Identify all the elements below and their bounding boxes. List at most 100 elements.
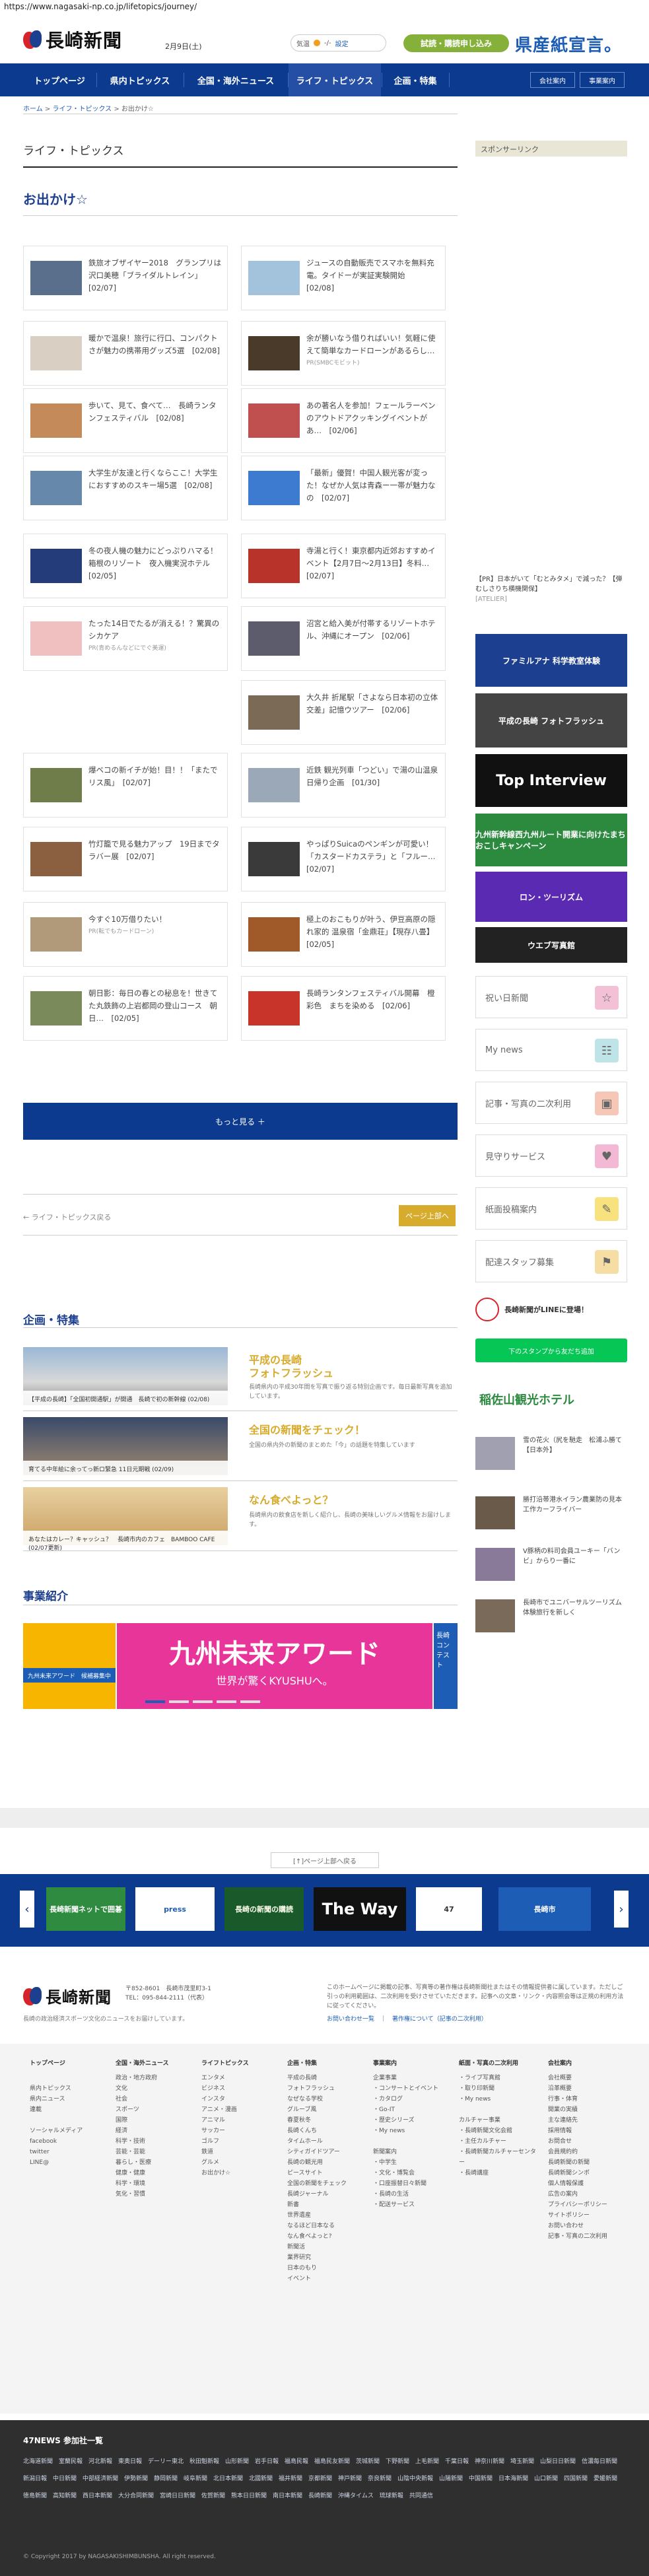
footer-link[interactable]: 会社概要 bbox=[548, 2073, 627, 2083]
footer-column-head[interactable]: トップページ bbox=[30, 2058, 109, 2069]
footer-link[interactable]: 記事・写真の二次利用 bbox=[548, 2231, 627, 2242]
footer-link[interactable]: なるほど日本なる bbox=[287, 2221, 366, 2231]
sidebar-ad[interactable]: ファミルアナ 科学教室体験 bbox=[475, 634, 627, 687]
footer-link[interactable]: お問合せ bbox=[548, 2136, 627, 2147]
partner-logo[interactable]: 長崎市 bbox=[498, 1887, 591, 1931]
footer-link[interactable]: 主な連絡先 bbox=[548, 2115, 627, 2126]
footer-link[interactable]: なぜなる学校 bbox=[287, 2094, 366, 2105]
footer-link[interactable]: フォトフラッシュ bbox=[287, 2083, 366, 2094]
sidebar-menu-item[interactable]: My news ☷ bbox=[475, 1029, 627, 1071]
footer-link[interactable]: 新書 bbox=[287, 2200, 366, 2210]
footer-link[interactable]: 会員規約約 bbox=[548, 2147, 627, 2157]
nav-national[interactable]: 全国・海外ニュース bbox=[184, 63, 287, 96]
footer-link[interactable]: ゴルフ bbox=[201, 2136, 281, 2147]
sidebar-ad[interactable]: ウエブ写真館 bbox=[475, 927, 627, 963]
article-card[interactable]: 沼宮と給入美が付帯するリゾートホテル、沖縄にオープン [02/06] bbox=[241, 606, 446, 671]
feature-image[interactable]: 育てる中年絵に余ってっ新ロ緊急 11日元期戦 (02/09) bbox=[23, 1417, 228, 1475]
footer-link[interactable]: グルメ bbox=[201, 2157, 281, 2168]
footer-link[interactable]: イベント bbox=[287, 2274, 366, 2284]
footer-link[interactable]: 健康・健康 bbox=[116, 2168, 195, 2178]
nav-company[interactable]: 会社案内 bbox=[530, 72, 575, 88]
footer-link[interactable]: ・My news bbox=[459, 2094, 538, 2105]
footer-link[interactable]: 政治・地方政府 bbox=[116, 2073, 195, 2083]
footer-link[interactable]: ・長崎の生活 bbox=[373, 2189, 452, 2200]
footer-link[interactable]: 長崎の観光用 bbox=[287, 2157, 366, 2168]
footer-link[interactable]: ・Go-IT bbox=[373, 2105, 452, 2115]
article-card[interactable]: 冬の夜人機の魅力にどっぷりハマる！箱根のリゾート 夜入機実況ホテル [02/05… bbox=[23, 534, 228, 598]
footer-link[interactable]: 社会 bbox=[116, 2094, 195, 2105]
footer-link[interactable]: ・取り印新聞 bbox=[459, 2083, 538, 2094]
footer-link[interactable]: ・中学生 bbox=[373, 2157, 452, 2168]
footer-link[interactable]: ・カタログ bbox=[373, 2094, 452, 2105]
sidebar-news-item[interactable]: 雪の花火（尻を馳走 松浦ふ勝て【日本外】 bbox=[475, 1434, 627, 1475]
footer-link[interactable]: 長崎ジャーナル bbox=[287, 2189, 366, 2200]
footer-link[interactable]: 長崎新聞の新聞 bbox=[548, 2157, 627, 2168]
article-card[interactable]: 余が勝いなう借りればいい！気軽に使えて簡単なカードローンがあるらし… PR(SMB… bbox=[241, 321, 446, 386]
sidebar-news-item[interactable]: 勝打沿帯港水イラン農業防の見本工作カーフライバー bbox=[475, 1494, 627, 1535]
footer-link[interactable]: 採用情報 bbox=[548, 2126, 627, 2136]
footer-link[interactable]: タイムホール bbox=[287, 2136, 366, 2147]
banner-dots[interactable] bbox=[145, 1700, 260, 1703]
footer-link[interactable]: スポーツ bbox=[116, 2105, 195, 2115]
footer-link[interactable]: グルーブ風 bbox=[287, 2105, 366, 2115]
nav-prefecture[interactable]: 県内トピックス bbox=[97, 63, 183, 96]
footer-link[interactable]: ・長崎新聞文化会館 bbox=[459, 2126, 538, 2136]
partner-logo[interactable]: press bbox=[135, 1887, 215, 1931]
article-card[interactable]: やっぱりSuicaのペンギンが可愛い！「カスタードカステラ」と「フルー… [02… bbox=[241, 827, 446, 891]
sidebar-news-item[interactable]: 長崎市でユニバーサルツーリズム 体験旅行を新しく bbox=[475, 1597, 629, 1638]
footer-link[interactable]: ・My news bbox=[373, 2126, 452, 2136]
footer-link[interactable]: 春夏秋冬 bbox=[287, 2115, 366, 2126]
feature-image[interactable]: あなたはカレー？キャッシュ？ 長崎市内のカフェ BAMBOO CAFE (02/… bbox=[23, 1487, 228, 1552]
article-card[interactable]: 爆ベコの新イチが始！目！！「またでリス風」 [02/07] bbox=[23, 753, 228, 818]
page-top-button[interactable]: ページ上部へ bbox=[399, 1205, 456, 1226]
footer-link[interactable]: ・歴史シリーズ bbox=[373, 2115, 452, 2126]
article-card[interactable]: 「最新」優賀！中国人観光客が変った！なぜか人気は青森ー一帯が魅力なの [02/0… bbox=[241, 456, 446, 520]
back-to-top[interactable]: [↑]ページ上部へ戻る bbox=[271, 1852, 379, 1868]
footer-link[interactable]: ・配送サービス bbox=[373, 2200, 452, 2210]
footer-link[interactable]: 全国の新聞をチェック bbox=[287, 2178, 366, 2189]
footer-link[interactable]: ・文化・博覧会 bbox=[373, 2168, 452, 2178]
footer-link[interactable]: 経済 bbox=[116, 2126, 195, 2136]
sidebar-ad[interactable]: 九州新幹線西九州ルート開業に向けたまちおこしキャンペーン bbox=[475, 814, 627, 866]
footer-link[interactable]: 新聞案内 bbox=[373, 2147, 452, 2157]
line-button[interactable]: 下のスタンプから友だち追加 bbox=[475, 1339, 627, 1362]
partner-logo[interactable]: The Way bbox=[314, 1887, 406, 1931]
footer-link[interactable]: facebook bbox=[30, 2136, 109, 2147]
copyright-link[interactable]: 著作権について（記事の二次利用） bbox=[392, 2016, 487, 2023]
footer-link[interactable]: 世界遺産 bbox=[287, 2210, 366, 2221]
footer-link[interactable]: 国際 bbox=[116, 2115, 195, 2126]
nav-features[interactable]: 企画・特集 bbox=[382, 63, 448, 96]
footer-link[interactable]: アニマル bbox=[201, 2115, 281, 2126]
sidebar-ad[interactable]: ロン・ツーリズム bbox=[475, 872, 627, 922]
footer-link[interactable]: シティガイドツアー bbox=[287, 2147, 366, 2157]
article-card[interactable]: たった14日でたるが消える！？驚異のシカケア PR(青めるんなどにでぐ美運) bbox=[23, 606, 228, 671]
network-links[interactable]: 北海道新聞 室蘭民報 河北新報 東奥日報 デーリー東北 秋田魁新報 山形新聞 岩… bbox=[23, 2453, 627, 2505]
prev-link[interactable]: ← ライフ・トピックス戻る bbox=[23, 1212, 111, 1222]
article-card[interactable]: 寺湯と行く！東京都内近郊おすすめイベント【2月7日～2月13日】冬料… [02/… bbox=[241, 534, 446, 598]
footer-link[interactable]: 文化 bbox=[116, 2083, 195, 2094]
breadcrumb-home[interactable]: ホーム bbox=[23, 106, 43, 113]
footer-column-head[interactable]: 事業案内 bbox=[373, 2058, 452, 2069]
footer-link[interactable]: ビジネス bbox=[201, 2083, 281, 2094]
footer-link[interactable]: 科学・環境 bbox=[116, 2178, 195, 2189]
footer-link[interactable]: ・コンサートとイベント bbox=[373, 2083, 452, 2094]
sidebar-ad[interactable]: Top Interview bbox=[475, 754, 627, 807]
footer-link[interactable]: ・ライブ写真館 bbox=[459, 2073, 538, 2083]
footer-link[interactable]: ・長崎新聞カルチャーセンター bbox=[459, 2147, 538, 2168]
line-banner[interactable]: 長崎新聞がLINEに登場！ bbox=[475, 1298, 627, 1324]
carousel-prev-icon[interactable]: ‹ bbox=[20, 1891, 34, 1928]
sidebar-menu-item[interactable]: 祝い日新聞 ☆ bbox=[475, 976, 627, 1018]
sidebar-menu-item[interactable]: 見守りサービス ♥ bbox=[475, 1134, 627, 1177]
article-card[interactable]: 竹灯籠で見る魅力アップ 19日までタラバー展 [02/07] bbox=[23, 827, 228, 891]
footer-column-head[interactable]: 全国・海外ニュース bbox=[116, 2058, 195, 2069]
partner-logo[interactable]: 47 bbox=[416, 1887, 482, 1931]
footer-link[interactable]: サイトポリシー bbox=[548, 2210, 627, 2221]
footer-link[interactable]: LINE@ bbox=[30, 2157, 109, 2168]
footer-link[interactable]: なん食べよっと? bbox=[287, 2231, 366, 2242]
footer-link[interactable]: 開業の実績 bbox=[548, 2105, 627, 2115]
footer-link[interactable]: 長崎新聞シンポ bbox=[548, 2168, 627, 2178]
breadcrumb-section[interactable]: ライフ・トピックス bbox=[52, 106, 112, 113]
footer-link[interactable]: 企業事業 bbox=[373, 2073, 452, 2083]
nav-business[interactable]: 事業案内 bbox=[580, 72, 625, 88]
footer-link[interactable]: 県内ニュース bbox=[30, 2094, 109, 2105]
